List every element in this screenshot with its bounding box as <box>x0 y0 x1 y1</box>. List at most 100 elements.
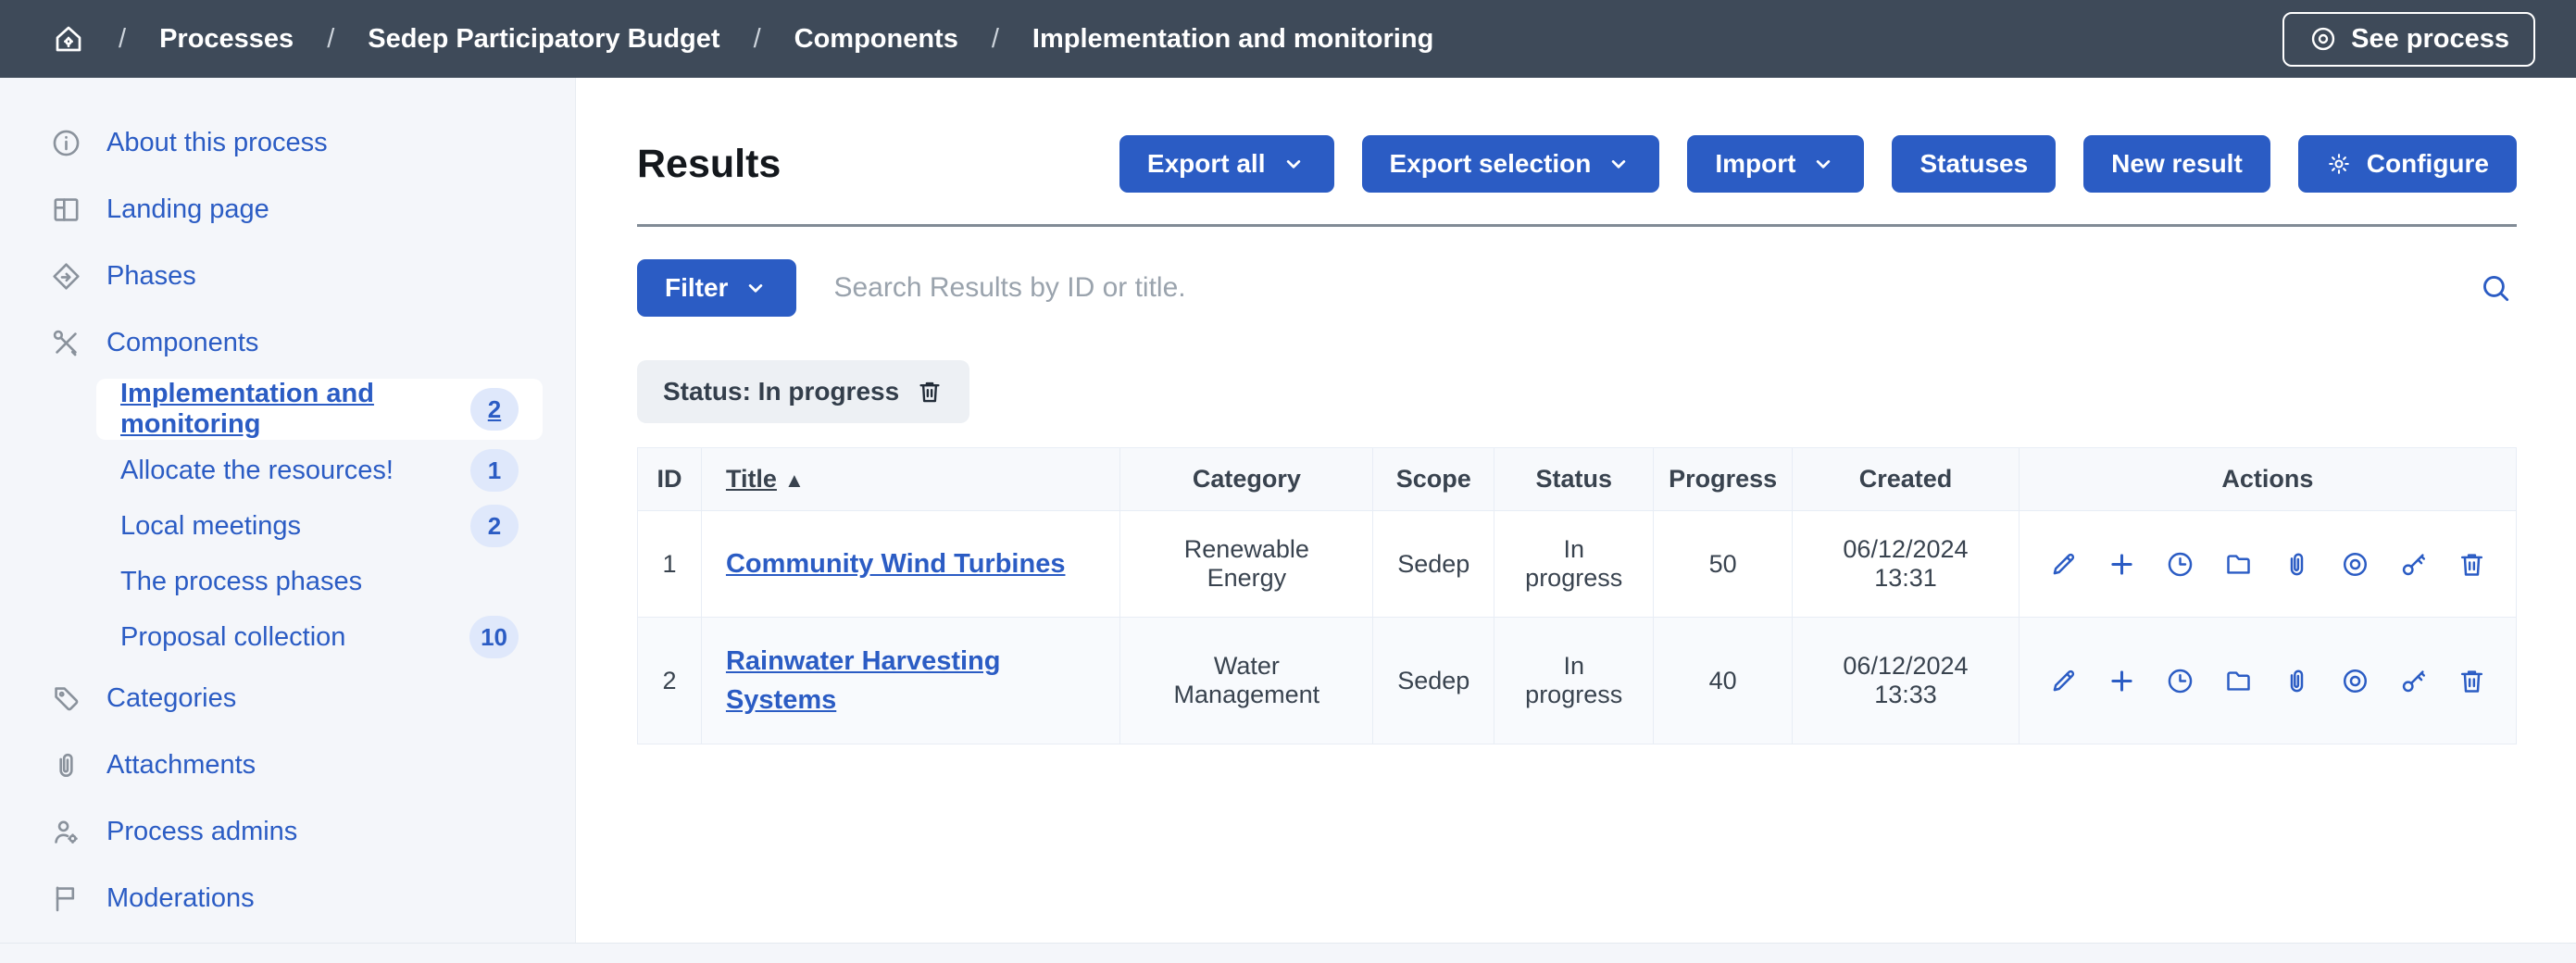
cell-category: Water Management <box>1120 618 1373 744</box>
sidebar-item-local-meetings[interactable]: Local meetings 2 <box>96 498 543 554</box>
export-selection-button[interactable]: Export selection <box>1362 135 1660 193</box>
row-actions <box>2044 549 2492 580</box>
cell-status: In progress <box>1494 511 1654 618</box>
applied-filter-chip: Status: In progress <box>637 360 969 423</box>
cell-id: 2 <box>638 618 702 744</box>
permissions-key-icon[interactable] <box>2398 549 2429 580</box>
gear-icon <box>2326 151 2352 177</box>
phases-icon <box>50 260 82 293</box>
components-icon <box>50 327 82 359</box>
search-icon <box>2478 270 2513 306</box>
chevron-down-icon <box>1281 151 1307 177</box>
table-row: 1 Community Wind Turbines Renewable Ener… <box>638 511 2517 618</box>
topbar: / Processes / Sedep Participatory Budget… <box>0 0 2576 78</box>
breadcrumb-separator: / <box>119 24 126 55</box>
breadcrumb-components[interactable]: Components <box>794 24 958 55</box>
cell-id: 1 <box>638 511 702 618</box>
cell-scope: Sedep <box>1373 618 1494 744</box>
row-actions <box>2044 666 2492 696</box>
timeline-clock-icon[interactable] <box>2165 549 2195 580</box>
chevron-down-icon <box>1606 151 1632 177</box>
sidebar-item-allocate-the-resources[interactable]: Allocate the resources! 1 <box>96 443 543 498</box>
preview-icon[interactable] <box>2340 666 2370 696</box>
landing-page-icon <box>50 194 82 226</box>
count-badge: 1 <box>470 449 519 492</box>
new-result-button[interactable]: New result <box>2083 135 2270 193</box>
process-admins-icon <box>50 816 82 848</box>
breadcrumb-current-component[interactable]: Implementation and monitoring <box>1032 24 1433 55</box>
breadcrumb-process-name[interactable]: Sedep Participatory Budget <box>368 24 719 55</box>
edit-icon[interactable] <box>2048 549 2079 580</box>
sidebar-item-landing-page[interactable]: Landing page <box>0 176 575 243</box>
filter-button[interactable]: Filter <box>637 259 796 317</box>
breadcrumb-separator: / <box>327 24 334 55</box>
cell-category: Renewable Energy <box>1120 511 1373 618</box>
folder-icon[interactable] <box>2223 666 2254 696</box>
chevron-down-icon <box>743 275 769 301</box>
toolbar: Export all Export selection Import Statu… <box>1119 135 2517 193</box>
main-content: Results Export all Export selection Impo… <box>576 78 2576 943</box>
table-header-row: ID Title▲ Category Scope Status Progress… <box>638 448 2517 511</box>
sidebar-item-categories[interactable]: Categories <box>0 665 575 732</box>
add-icon[interactable] <box>2107 666 2137 696</box>
cell-scope: Sedep <box>1373 511 1494 618</box>
moderations-icon <box>50 882 82 915</box>
home-icon[interactable] <box>52 22 85 56</box>
remove-filter-trash-icon[interactable] <box>916 378 944 406</box>
attachments-icon <box>50 749 82 782</box>
result-title-link[interactable]: Rainwater Harvesting Systems <box>726 646 1001 715</box>
eye-icon <box>2308 24 2338 54</box>
delete-trash-icon[interactable] <box>2457 549 2487 580</box>
cell-created: 06/12/2024 13:33 <box>1793 618 2020 744</box>
permissions-key-icon[interactable] <box>2398 666 2429 696</box>
preview-icon[interactable] <box>2340 549 2370 580</box>
attachment-paperclip-icon[interactable] <box>2282 666 2312 696</box>
header-progress: Progress <box>1654 448 1793 511</box>
sidebar-item-proposal-collection[interactable]: Proposal collection 10 <box>96 609 543 665</box>
breadcrumb-processes[interactable]: Processes <box>159 24 294 55</box>
sidebar-item-implementation-and-monitoring[interactable]: Implementation and monitoring 2 <box>96 379 543 440</box>
export-all-button[interactable]: Export all <box>1119 135 1334 193</box>
count-badge: 2 <box>470 505 519 547</box>
see-process-label: See process <box>2351 24 2509 55</box>
sidebar-item-phases[interactable]: Phases <box>0 243 575 309</box>
header-scope: Scope <box>1373 448 1494 511</box>
cell-progress: 50 <box>1654 511 1793 618</box>
count-badge: 10 <box>469 616 519 658</box>
breadcrumb-separator: / <box>754 24 761 55</box>
import-button[interactable]: Import <box>1687 135 1864 193</box>
cell-status: In progress <box>1494 618 1654 744</box>
search-input[interactable] <box>833 272 2437 304</box>
cell-created: 06/12/2024 13:31 <box>1793 511 2020 618</box>
table-row: 2 Rainwater Harvesting Systems Water Man… <box>638 618 2517 744</box>
see-process-button[interactable]: See process <box>2282 12 2535 67</box>
attachment-paperclip-icon[interactable] <box>2282 549 2312 580</box>
sidebar-item-the-process-phases[interactable]: The process phases <box>96 554 543 609</box>
search-button[interactable] <box>2474 267 2517 309</box>
header-title-sort[interactable]: Title▲ <box>701 448 1120 511</box>
chevron-down-icon <box>1810 151 1836 177</box>
page-title: Results <box>637 142 781 187</box>
cell-progress: 40 <box>1654 618 1793 744</box>
edit-icon[interactable] <box>2048 666 2079 696</box>
count-badge: 2 <box>470 388 519 431</box>
folder-icon[interactable] <box>2223 549 2254 580</box>
statuses-button[interactable]: Statuses <box>1892 135 2056 193</box>
add-icon[interactable] <box>2107 549 2137 580</box>
footer-strip <box>0 943 2576 963</box>
sidebar-item-process-admins[interactable]: Process admins <box>0 798 575 865</box>
configure-button[interactable]: Configure <box>2298 135 2517 193</box>
sidebar-item-about-this-process[interactable]: About this process <box>0 109 575 176</box>
sidebar-item-moderations[interactable]: Moderations <box>0 865 575 932</box>
sidebar-item-attachments[interactable]: Attachments <box>0 732 575 798</box>
results-table: ID Title▲ Category Scope Status Progress… <box>637 447 2517 744</box>
result-title-link[interactable]: Community Wind Turbines <box>726 549 1066 579</box>
header-category: Category <box>1120 448 1373 511</box>
categories-icon <box>50 682 82 715</box>
header-id: ID <box>638 448 702 511</box>
delete-trash-icon[interactable] <box>2457 666 2487 696</box>
sidebar-item-components[interactable]: Components <box>0 309 575 376</box>
header-actions: Actions <box>2019 448 2516 511</box>
header-divider <box>637 224 2517 227</box>
timeline-clock-icon[interactable] <box>2165 666 2195 696</box>
